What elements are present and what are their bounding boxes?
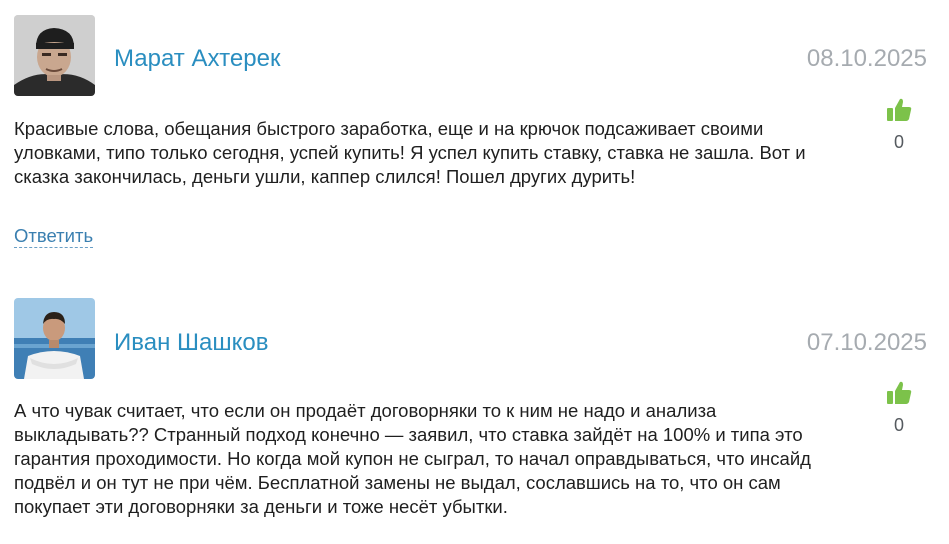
- comment-date: 07.10.2025: [806, 329, 927, 356]
- like-count: 0: [893, 415, 904, 435]
- comment-text: А что чувак считает, что если он продаёт…: [14, 400, 811, 517]
- like-widget: 0: [882, 379, 916, 436]
- comment-item: Иван Шашков 07.10.2025 0 А что чувак счи…: [0, 0, 949, 544]
- author-name[interactable]: Иван Шашков: [114, 329, 268, 357]
- avatar[interactable]: [14, 298, 95, 379]
- thumbs-up-icon[interactable]: [885, 379, 913, 407]
